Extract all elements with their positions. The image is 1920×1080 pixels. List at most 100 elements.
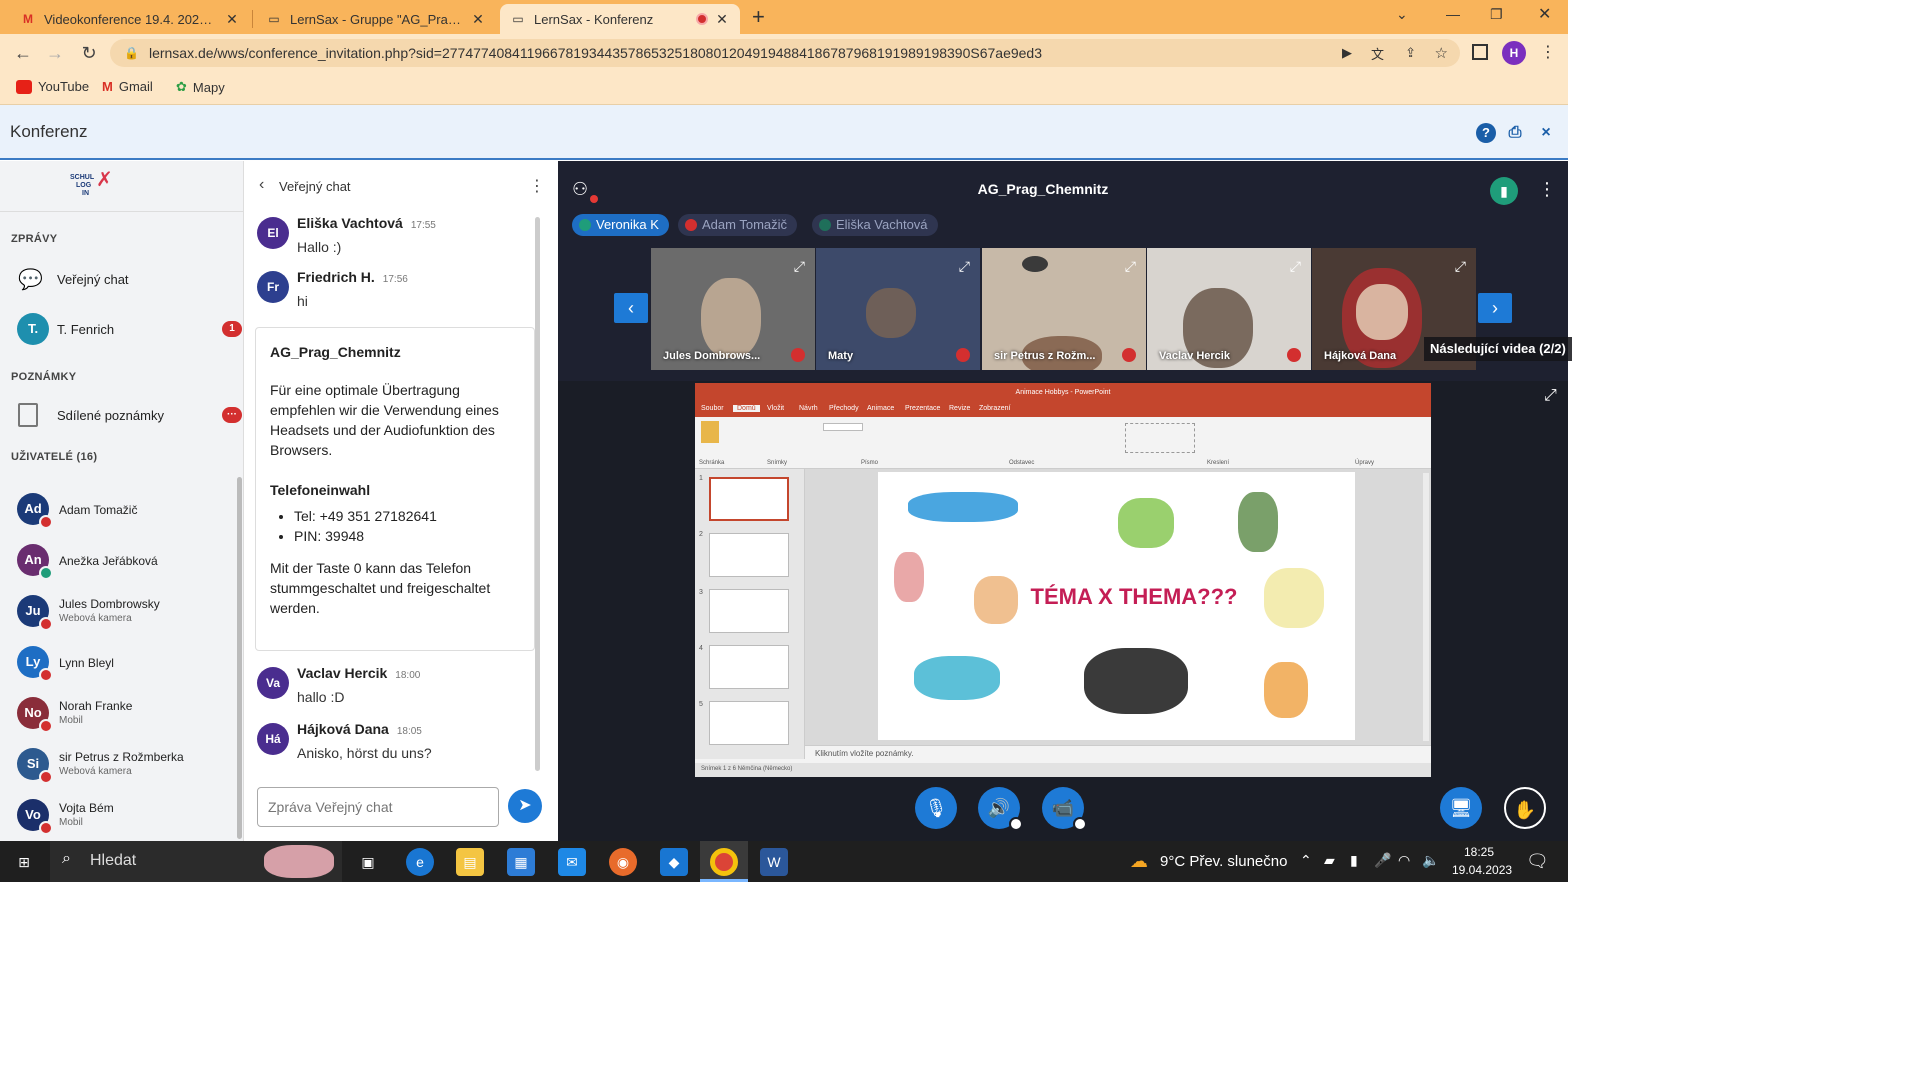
send-icon: ➤: [518, 797, 532, 814]
browser-tab-lernsax-konferenz[interactable]: ▭ LernSax - Konferenz ✕: [500, 4, 740, 34]
video-tile[interactable]: ⤢ Maty: [816, 248, 980, 370]
network-device-icon[interactable]: ▰: [1324, 852, 1335, 869]
edge-icon[interactable]: e: [406, 848, 434, 876]
camera-icon: 📹: [1051, 798, 1075, 818]
taskbar-search[interactable]: ⌕ Hledat: [50, 841, 342, 882]
dropbox-icon[interactable]: ◆: [660, 848, 688, 876]
forward-icon[interactable]: →: [44, 42, 66, 64]
browser-tab-lernsax-gruppe[interactable]: ▭ LernSax - Gruppe "AG_Prag_Cher ✕: [256, 4, 496, 34]
browser-menu-icon[interactable]: ⋮: [1540, 42, 1556, 62]
close-tab-icon[interactable]: ✕: [470, 11, 486, 28]
print-icon[interactable]: ⎙: [1505, 123, 1525, 143]
minimize-icon[interactable]: —: [1446, 6, 1460, 22]
user-status: Mobil: [59, 715, 83, 726]
volume-icon[interactable]: 🔈: [1422, 852, 1439, 869]
chrome-taskbar-button[interactable]: [700, 841, 748, 882]
nav-item-shared-notes[interactable]: Sdílené poznámky ···: [0, 395, 244, 435]
microphone-tray-icon[interactable]: 🎤: [1374, 852, 1391, 869]
word-icon[interactable]: W: [760, 848, 788, 876]
nav-item-t-fenrich[interactable]: T. T. Fenrich 1: [0, 309, 244, 349]
profile-avatar[interactable]: H: [1502, 41, 1526, 65]
mail-icon[interactable]: ✉: [558, 848, 586, 876]
user-list-item[interactable]: Si sir Petrus z Rožmberka Webová kamera: [0, 738, 238, 788]
conference-menu-icon[interactable]: ⋮: [1538, 179, 1556, 200]
firefox-icon[interactable]: ◉: [609, 848, 637, 876]
maximize-icon[interactable]: ❐: [1490, 6, 1503, 23]
windows-start-icon[interactable]: ⊞: [10, 848, 38, 876]
url-input[interactable]: 🔒 lernsax.de/wws/conference_invitation.p…: [110, 39, 1460, 67]
browser-tab-gmail[interactable]: M Videokonference 19.4. 2023 - haj ✕: [10, 4, 250, 34]
file-explorer-icon[interactable]: ▤: [456, 848, 484, 876]
user-list-item[interactable]: Ad Adam Tomažič: [0, 483, 238, 533]
screen-share-button[interactable]: 🖥: [1440, 787, 1482, 829]
back-icon[interactable]: ←: [12, 42, 34, 64]
user-name: Jules Dombrowsky: [59, 597, 160, 611]
tab-search-icon[interactable]: ⌄: [1396, 6, 1408, 23]
chat-menu-icon[interactable]: ⋮: [529, 176, 545, 196]
sidebar-panel-icon[interactable]: [1472, 44, 1488, 60]
paste-icon: [701, 421, 719, 443]
expand-icon[interactable]: ⤢: [959, 258, 970, 275]
info-text: Mit der Taste 0 kann das Telefon stummge…: [270, 560, 491, 616]
clock-date[interactable]: 19.04.2023: [1452, 863, 1512, 877]
weather-text[interactable]: 9°C Přev. slunečno: [1160, 853, 1287, 870]
user-list-item[interactable]: Ju Jules Dombrowsky Webová kamera: [0, 585, 238, 635]
close-icon[interactable]: ×: [1536, 123, 1556, 143]
close-window-icon[interactable]: ✕: [1538, 4, 1551, 24]
camera-icon[interactable]: ▶: [1342, 45, 1352, 61]
wifi-icon[interactable]: ◠: [1398, 852, 1410, 869]
user-list-item[interactable]: An Anežka Jeřábková: [0, 534, 238, 584]
microphone-button[interactable]: 🎙: [915, 787, 957, 829]
chat-scrollbar[interactable]: [535, 217, 540, 771]
video-tile[interactable]: ⤢ sir Petrus z Rožm...: [982, 248, 1146, 370]
cyclist-clipart: [1118, 498, 1174, 548]
bookmark-youtube[interactable]: YouTube: [16, 79, 89, 94]
ribbon-group-label: Snímky: [767, 460, 788, 466]
expand-icon[interactable]: ⤢: [794, 258, 805, 275]
next-videos-button[interactable]: ›: [1478, 293, 1512, 323]
raise-hand-button[interactable]: ✋: [1504, 787, 1546, 829]
store-icon[interactable]: ▦: [507, 848, 535, 876]
bookmark-mapy[interactable]: ✿ Mapy: [176, 79, 225, 95]
nav-item-public-chat[interactable]: 💬 Veřejný chat: [0, 259, 244, 299]
user-list-item[interactable]: Vo Vojta Bém Mobil: [0, 789, 238, 839]
send-button[interactable]: ➤: [508, 789, 542, 823]
expand-icon[interactable]: ⤢: [1290, 258, 1301, 275]
close-tab-icon[interactable]: ✕: [714, 11, 730, 28]
task-view-icon[interactable]: ▣: [354, 848, 382, 876]
expand-icon[interactable]: ⤢: [1125, 258, 1136, 275]
phone-pin: PIN: 39948: [294, 526, 520, 546]
battery-icon[interactable]: ▮: [1350, 852, 1358, 869]
hiker-clipart: [1238, 492, 1278, 552]
translate-icon[interactable]: 文: [1371, 44, 1384, 63]
conference-name: AG_Prag_Chemnitz: [977, 181, 1109, 197]
expand-icon[interactable]: ⤢: [1455, 258, 1466, 275]
share-icon[interactable]: ⇪: [1405, 45, 1416, 61]
close-tab-icon[interactable]: ✕: [224, 11, 240, 28]
tray-chevron-icon[interactable]: ⌃: [1300, 852, 1312, 869]
ppt-tab: Návrh: [799, 405, 818, 412]
star-icon[interactable]: ☆: [1435, 44, 1448, 62]
tab-title: Videokonference 19.4. 2023 - haj: [44, 11, 218, 27]
ppt-tab: Přechody: [829, 405, 859, 412]
new-tab-button[interactable]: +: [752, 4, 765, 30]
reload-icon[interactable]: ↻: [78, 42, 100, 64]
video-tile[interactable]: ⤢ Jules Dombrows...: [651, 248, 815, 370]
user-list-scrollbar[interactable]: [237, 477, 242, 839]
clock-time[interactable]: 18:25: [1464, 845, 1494, 859]
user-list-item[interactable]: Ly Lynn Bleyl: [0, 636, 238, 686]
fullscreen-icon[interactable]: ⤢: [1544, 387, 1557, 405]
ribbon-group-label: Kreslení: [1207, 460, 1230, 466]
bookmark-gmail[interactable]: M Gmail: [102, 79, 153, 94]
hammock-clipart: [1084, 648, 1188, 714]
video-tile[interactable]: ⤢ Vaclav Hercik: [1147, 248, 1311, 370]
camera-settings-badge[interactable]: [1073, 817, 1087, 831]
speaker-settings-badge[interactable]: [1009, 817, 1023, 831]
connection-stats-icon[interactable]: ▮: [1490, 177, 1518, 205]
user-list-item[interactable]: No Norah Franke Mobil: [0, 687, 238, 737]
notifications-icon[interactable]: 🗨: [1526, 851, 1549, 872]
help-icon[interactable]: ?: [1476, 123, 1496, 143]
previous-videos-button[interactable]: ‹: [614, 293, 648, 323]
back-chevron-icon[interactable]: ‹: [259, 176, 264, 194]
chat-message-input[interactable]: [257, 787, 499, 827]
